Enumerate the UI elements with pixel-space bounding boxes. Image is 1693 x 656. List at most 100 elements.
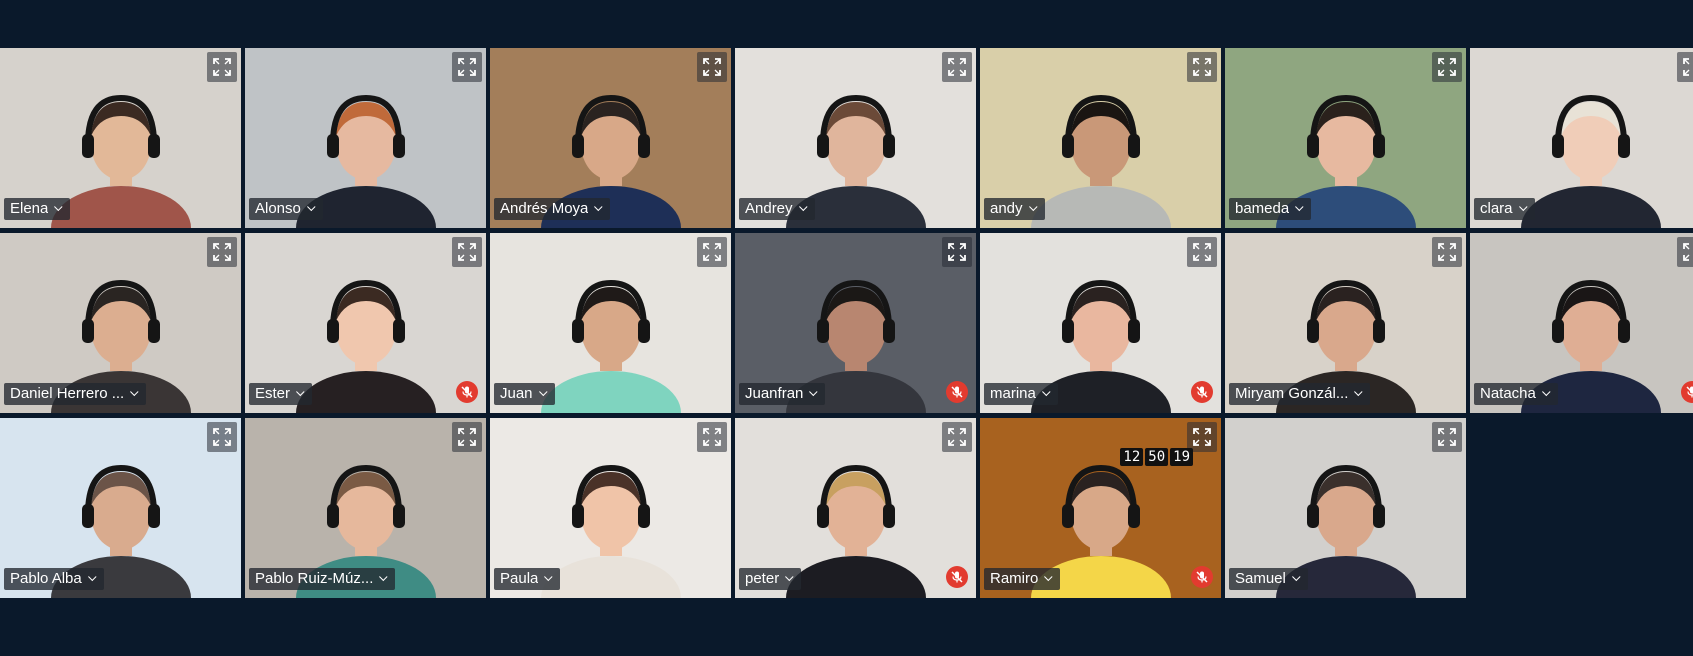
participant-name-menu[interactable]: Elena bbox=[4, 198, 71, 220]
chevron-down-icon bbox=[798, 202, 808, 212]
participant-name-menu[interactable]: Juanfran bbox=[739, 383, 826, 405]
participant-video-figure bbox=[1030, 94, 1171, 228]
expand-icon[interactable] bbox=[697, 422, 727, 452]
participant-name: andy bbox=[990, 200, 1023, 217]
participant-name: marina bbox=[990, 385, 1036, 402]
participant-name-menu[interactable]: Andrey bbox=[739, 198, 815, 220]
expand-icon[interactable] bbox=[1432, 422, 1462, 452]
participant-name: Alonso bbox=[255, 200, 301, 217]
participant-name-menu[interactable]: Ramiro bbox=[984, 568, 1061, 590]
participant-name: Daniel Herrero ... bbox=[10, 385, 125, 402]
clock-digit: 19 bbox=[1170, 448, 1193, 466]
virtual-background-clock: 12 50 19 bbox=[1120, 448, 1193, 466]
expand-icon[interactable] bbox=[1432, 237, 1462, 267]
participant-tile[interactable]: Elena bbox=[0, 48, 241, 228]
participant-tile[interactable]: Ramiro 12 50 19 bbox=[980, 418, 1221, 598]
participant-name-menu[interactable]: Pablo Ruiz-Múz... bbox=[249, 568, 396, 590]
expand-icon[interactable] bbox=[697, 237, 727, 267]
chevron-down-icon bbox=[809, 387, 818, 397]
expand-icon[interactable] bbox=[452, 237, 482, 267]
participant-name-menu[interactable]: Paula bbox=[494, 568, 561, 590]
participant-tile[interactable]: peter bbox=[735, 418, 976, 598]
chevron-down-icon bbox=[594, 202, 603, 212]
expand-icon[interactable] bbox=[1677, 52, 1693, 82]
expand-icon[interactable] bbox=[207, 422, 237, 452]
chevron-down-icon bbox=[296, 387, 305, 397]
participant-tile[interactable]: Juanfran bbox=[735, 233, 976, 413]
participant-name-menu[interactable]: Ester bbox=[249, 383, 313, 405]
chevron-down-icon bbox=[87, 572, 97, 582]
participant-tile[interactable]: clara bbox=[1470, 48, 1693, 228]
participant-name-menu[interactable]: Andrés Moya bbox=[494, 198, 611, 220]
participant-name: clara bbox=[1480, 200, 1513, 217]
participant-name: peter bbox=[745, 570, 780, 587]
participant-name-menu[interactable]: marina bbox=[984, 383, 1058, 405]
expand-icon[interactable] bbox=[942, 422, 972, 452]
participant-video-figure bbox=[785, 464, 926, 598]
participant-name-menu[interactable]: Daniel Herrero ... bbox=[4, 383, 147, 405]
participant-name-menu[interactable]: Alonso bbox=[249, 198, 323, 220]
participant-name: Elena bbox=[10, 200, 49, 217]
participant-tile[interactable]: Natacha bbox=[1470, 233, 1693, 413]
participant-tile[interactable]: Miryam Gonzál... bbox=[1225, 233, 1466, 413]
expand-icon[interactable] bbox=[942, 52, 972, 82]
participant-name-menu[interactable]: Natacha bbox=[1474, 383, 1558, 405]
expand-icon[interactable] bbox=[1677, 237, 1693, 267]
participant-tile[interactable]: bameda bbox=[1225, 48, 1466, 228]
participant-grid: Elena Alonso Andrés Moya Andrey andy bam… bbox=[0, 48, 1693, 598]
muted-mic-icon bbox=[1191, 381, 1213, 403]
participant-tile[interactable]: Samuel bbox=[1225, 418, 1466, 598]
expand-icon[interactable] bbox=[452, 52, 482, 82]
chevron-down-icon bbox=[544, 572, 553, 582]
participant-name: Miryam Gonzál... bbox=[1235, 385, 1349, 402]
participant-video-figure bbox=[540, 279, 681, 413]
participant-name-menu[interactable]: bameda bbox=[1229, 198, 1312, 220]
chevron-down-icon bbox=[1354, 387, 1363, 397]
participant-name-menu[interactable]: Samuel bbox=[1229, 568, 1308, 590]
participant-name: bameda bbox=[1235, 200, 1290, 217]
participant-tile[interactable]: Andrey bbox=[735, 48, 976, 228]
chevron-down-icon bbox=[538, 387, 548, 397]
expand-icon[interactable] bbox=[207, 52, 237, 82]
participant-tile[interactable]: marina bbox=[980, 233, 1221, 413]
participant-name-menu[interactable]: Juan bbox=[494, 383, 555, 405]
expand-icon[interactable] bbox=[207, 237, 237, 267]
chevron-down-icon bbox=[1541, 387, 1551, 397]
participant-name-menu[interactable]: andy bbox=[984, 198, 1045, 220]
participant-name: Andrey bbox=[745, 200, 793, 217]
chevron-down-icon bbox=[1028, 202, 1038, 212]
chevron-down-icon bbox=[130, 387, 139, 397]
participant-tile[interactable]: Ester bbox=[245, 233, 486, 413]
participant-tile[interactable]: Pablo Ruiz-Múz... bbox=[245, 418, 486, 598]
participant-name: Juan bbox=[500, 385, 533, 402]
participant-tile[interactable]: Paula bbox=[490, 418, 731, 598]
expand-icon[interactable] bbox=[1187, 237, 1217, 267]
participant-tile[interactable]: Andrés Moya bbox=[490, 48, 731, 228]
chevron-down-icon bbox=[306, 202, 316, 212]
participant-name: Andrés Moya bbox=[500, 200, 589, 217]
expand-icon[interactable] bbox=[697, 52, 727, 82]
participant-tile[interactable]: Alonso bbox=[245, 48, 486, 228]
expand-icon[interactable] bbox=[1432, 52, 1462, 82]
participant-name-menu[interactable]: clara bbox=[1474, 198, 1535, 220]
expand-icon[interactable] bbox=[1187, 52, 1217, 82]
participant-name-menu[interactable]: Miryam Gonzál... bbox=[1229, 383, 1371, 405]
participant-name: Ramiro bbox=[990, 570, 1039, 587]
participant-tile[interactable]: Pablo Alba bbox=[0, 418, 241, 598]
expand-icon[interactable] bbox=[942, 237, 972, 267]
chevron-down-icon bbox=[1295, 202, 1304, 212]
muted-mic-icon bbox=[456, 381, 478, 403]
expand-icon[interactable] bbox=[452, 422, 482, 452]
chevron-down-icon bbox=[1291, 572, 1301, 582]
participant-video-figure bbox=[1520, 94, 1661, 228]
participant-tile[interactable]: andy bbox=[980, 48, 1221, 228]
participant-name: Natacha bbox=[1480, 385, 1536, 402]
chevron-down-icon bbox=[1044, 572, 1053, 582]
chevron-down-icon bbox=[1518, 202, 1528, 212]
participant-name: Paula bbox=[500, 570, 539, 587]
participant-name-menu[interactable]: peter bbox=[739, 568, 802, 590]
muted-mic-icon bbox=[1191, 566, 1213, 588]
participant-tile[interactable]: Daniel Herrero ... bbox=[0, 233, 241, 413]
participant-name-menu[interactable]: Pablo Alba bbox=[4, 568, 104, 590]
participant-tile[interactable]: Juan bbox=[490, 233, 731, 413]
